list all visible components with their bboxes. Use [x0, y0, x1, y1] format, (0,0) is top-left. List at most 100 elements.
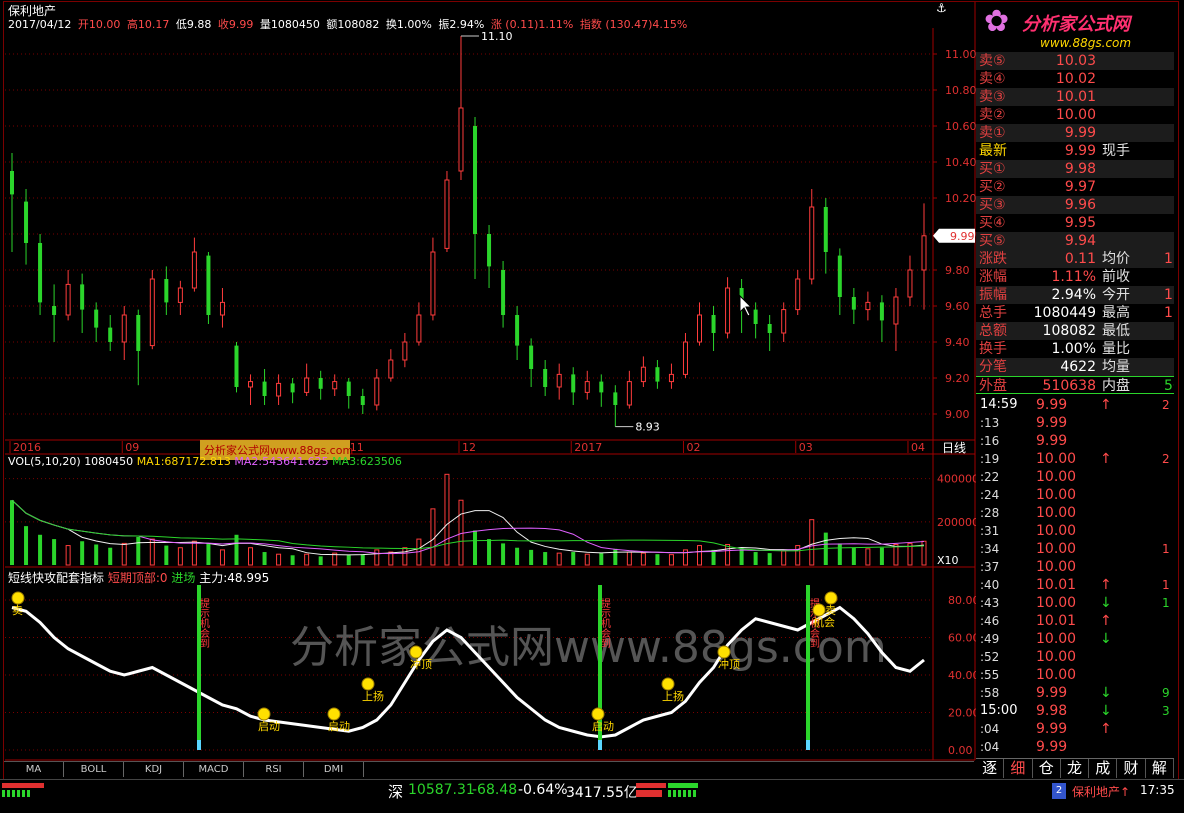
candle-body — [767, 324, 772, 333]
volume-bar — [191, 540, 197, 566]
tick-price: 10.00 — [1036, 469, 1077, 485]
tick-time: :52 — [980, 650, 1000, 664]
tick-time: :40 — [980, 578, 1000, 592]
candle-body — [52, 306, 57, 315]
candle-body — [640, 366, 646, 383]
candle-body — [865, 301, 871, 311]
tab-macd[interactable]: MACD — [184, 762, 244, 777]
volume-bar — [655, 554, 660, 565]
volume-bar — [164, 545, 169, 565]
tab-ma[interactable]: MA — [4, 762, 64, 777]
indicator-name: 短线快攻配套指标 — [8, 571, 105, 585]
volume-bar — [444, 473, 450, 566]
status-left-bars — [2, 783, 44, 797]
volume-bar — [430, 508, 436, 566]
quote-row-value: 10.03 — [1055, 53, 1096, 69]
tab-rsi[interactable]: RSI — [244, 762, 304, 777]
tick-row: :28 10.00 — [976, 504, 1174, 522]
price-axis-label: 9.80 — [945, 264, 970, 277]
quote-row-value: 1.00% — [1051, 341, 1096, 357]
tick-arrow: ↑ — [1100, 451, 1112, 467]
quote-tab-position[interactable]: 仓 — [1032, 759, 1061, 778]
candle-body — [121, 314, 127, 343]
tick-arrow: ↓ — [1100, 595, 1112, 611]
tab-boll[interactable]: BOLL — [64, 762, 124, 777]
quote-tab-explain[interactable]: 解 — [1145, 759, 1174, 778]
volume-bar — [640, 552, 646, 566]
tick-time: :46 — [980, 614, 1000, 628]
quote-row-label: 买② — [979, 179, 1006, 195]
volume-ma2-line — [11, 499, 925, 555]
entry-signal-base — [598, 740, 602, 750]
quote-row: 卖③ 10.01 — [976, 88, 1174, 106]
volume-bar — [276, 553, 282, 566]
tick-time: :16 — [980, 434, 1000, 448]
price-axis-label: 10.20 — [945, 192, 976, 205]
tab-kdj[interactable]: KDJ — [124, 762, 184, 777]
price-axis-label: 9.00 — [945, 408, 970, 421]
quote-tab-deal[interactable]: 成 — [1089, 759, 1118, 778]
candle-body — [823, 207, 828, 252]
tick-arrow: ↑ — [1100, 397, 1112, 413]
candle-body — [711, 315, 716, 333]
kline-chart[interactable]: ⚓11.0010.8010.6010.4010.2010.009.809.609… — [0, 0, 976, 762]
quote-row-value2: 1 — [1164, 251, 1173, 267]
quote-tab-finance[interactable]: 财 — [1117, 759, 1146, 778]
candle-body — [444, 179, 450, 249]
entry-signal-base — [197, 740, 201, 750]
tick-row: :46 10.01 ↑ — [976, 612, 1174, 630]
quote-row-label2: 今开 — [1102, 287, 1130, 303]
tick-row: :31 10.00 — [976, 522, 1174, 540]
tab-dmi[interactable]: DMI — [304, 762, 364, 777]
volume-bar — [487, 539, 492, 565]
quote-panel: ✿ 分析家公式网 www.88gs.com 卖⑤ 10.03 卖④ 10.02 卖③ 10.01… — [976, 2, 1174, 760]
candle-body — [402, 341, 408, 361]
tick-time: :43 — [980, 596, 1000, 610]
candle-body — [360, 396, 365, 405]
tick-row: :04 9.99 ↑ — [976, 720, 1174, 738]
candle-body — [529, 345, 534, 369]
signal-label: 卖 — [825, 604, 836, 617]
price-axis-label: 10.80 — [945, 84, 976, 97]
volume-bar — [473, 530, 478, 565]
quote-row-value: 9.96 — [1064, 197, 1096, 213]
quote-row-label2: 均价 — [1102, 251, 1130, 267]
quote-tab-detail[interactable]: 逐 — [976, 759, 1005, 778]
quote-row: 买③ 9.96 — [976, 196, 1174, 214]
status-index: 10587.31 — [408, 782, 475, 798]
candle-body — [304, 377, 310, 393]
quote-row-label: 买① — [979, 161, 1006, 177]
app-window: 保利地产 2017/04/12 开10.00 高10.17 低9.88 收9.9… — [0, 0, 1184, 813]
quote-tab-dragon[interactable]: 龙 — [1060, 759, 1090, 778]
tick-time: 14:59 — [980, 397, 1018, 412]
candle-body — [318, 378, 323, 389]
candle-body — [487, 234, 492, 267]
candle-body — [556, 373, 562, 388]
tick-row: :22 10.00 — [976, 468, 1174, 486]
tick-row: :04 9.99 — [976, 738, 1174, 756]
quote-row: 涨幅 1.11% 前收 — [976, 268, 1174, 286]
volume-bar — [556, 552, 562, 566]
high-marker-label: 11.10 — [481, 30, 513, 43]
status-stock[interactable]: 保利地产↑ — [1072, 783, 1130, 800]
tick-time: :28 — [980, 506, 1000, 520]
date-axis-label: 04 — [911, 441, 925, 454]
logo-flower-icon: ✿ — [984, 4, 1010, 39]
volume-bar — [584, 553, 590, 566]
outer-label: 外盘 — [979, 378, 1007, 394]
volume-bar — [219, 549, 225, 566]
volume-bar — [515, 547, 520, 565]
outer-inner-row: 外盘 510638 内盘 56 — [976, 376, 1174, 394]
status-alert-icon[interactable]: 2 — [1052, 783, 1066, 799]
quote-row-value: 9.95 — [1064, 215, 1096, 231]
quote-tab-fine[interactable]: 细 — [1004, 759, 1033, 778]
candle-body — [921, 235, 927, 271]
quote-row-label: 卖④ — [979, 71, 1006, 87]
tick-price: 9.99 — [1036, 415, 1068, 431]
tick-time: 15:00 — [980, 703, 1018, 718]
quote-row: 买⑤ 9.94 — [976, 232, 1174, 250]
signal-label: 机会 — [813, 615, 835, 629]
quote-row-value: 1.11% — [1051, 269, 1096, 285]
candle-body — [38, 243, 43, 303]
candle-body — [907, 269, 913, 298]
